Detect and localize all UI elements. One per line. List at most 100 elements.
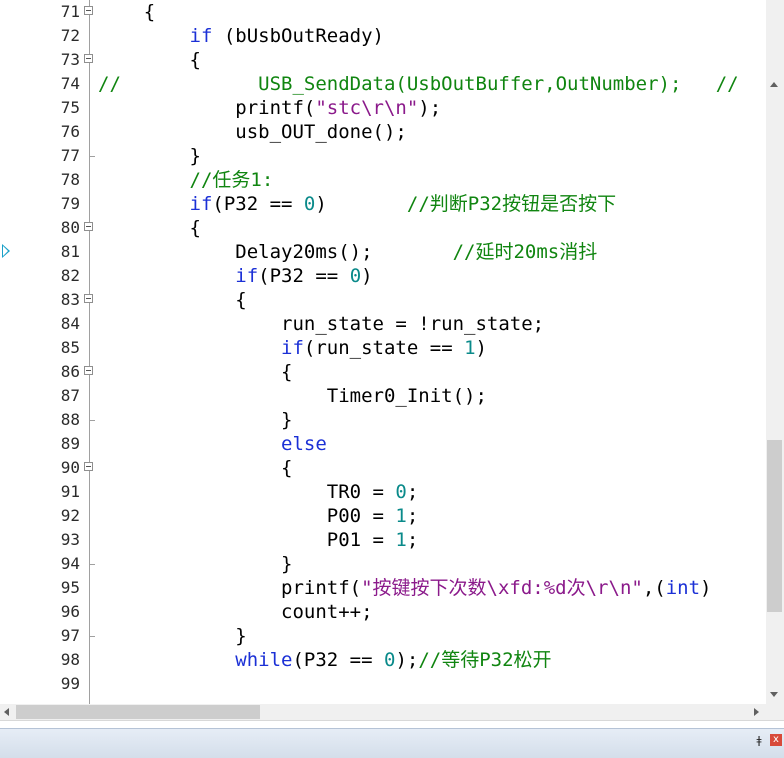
code-line[interactable]: 75 printf("stc\r\n"); xyxy=(0,96,766,120)
code-line[interactable]: 73 { xyxy=(0,48,766,72)
fold-minus-icon[interactable] xyxy=(84,462,93,471)
token-text: ; xyxy=(406,505,419,527)
code-text[interactable]: run_state = !run_state; xyxy=(98,312,544,336)
line-number: 71 xyxy=(60,2,80,21)
token-num: 0 xyxy=(349,265,362,287)
code-editor[interactable]: 71 {72 if (bUsbOutReady) 73 {74// USB_Sen… xyxy=(0,0,766,704)
code-line[interactable]: 97 } xyxy=(0,624,766,648)
scroll-up-icon[interactable] xyxy=(770,82,778,87)
code-text[interactable]: if (bUsbOutReady) xyxy=(98,24,384,48)
code-line[interactable]: 88 } xyxy=(0,408,766,432)
code-text[interactable]: P01 = 1; xyxy=(98,528,419,552)
line-number: 75 xyxy=(60,98,80,117)
code-text[interactable]: { xyxy=(98,360,292,384)
code-text[interactable]: } xyxy=(98,408,292,432)
code-line[interactable]: 99 xyxy=(0,672,766,696)
code-text[interactable]: P00 = 1; xyxy=(98,504,419,528)
code-line[interactable]: 72 if (bUsbOutReady) xyxy=(0,24,766,48)
code-line[interactable]: 79 if(P32 == 0) //判断P32按钮是否按下 xyxy=(0,192,766,216)
code-text[interactable]: else xyxy=(98,432,327,456)
scroll-left-icon[interactable] xyxy=(4,708,9,716)
code-text[interactable]: if(P32 == 0) xyxy=(98,264,372,288)
horizontal-scrollbar[interactable] xyxy=(0,704,766,720)
token-text: (P32 == xyxy=(292,649,384,671)
code-text[interactable]: //任务1: xyxy=(98,168,274,192)
line-number: 91 xyxy=(60,482,80,501)
code-text[interactable]: } xyxy=(98,144,201,168)
code-line[interactable]: 96 count++; xyxy=(0,600,766,624)
fold-minus-icon[interactable] xyxy=(84,222,93,231)
scroll-right-icon[interactable] xyxy=(754,708,759,716)
code-line[interactable]: 71 { xyxy=(0,0,766,24)
code-line[interactable]: 89 else xyxy=(0,432,766,456)
token-str: "按键按下次数\xfd:%d次\r\n" xyxy=(361,577,643,599)
code-text[interactable]: count++; xyxy=(98,600,373,624)
fold-minus-icon[interactable] xyxy=(84,54,93,63)
code-line[interactable]: 90 { xyxy=(0,456,766,480)
code-text[interactable]: Timer0_Init(); xyxy=(98,384,487,408)
code-line[interactable]: 98 while(P32 == 0);//等待P32松开 xyxy=(0,648,766,672)
code-text[interactable]: // USB_SendData(UsbOutBuffer,OutNumber);… xyxy=(98,72,739,96)
fold-minus-icon[interactable] xyxy=(84,366,93,375)
code-line[interactable]: 74 // USB_SendData(UsbOutBuffer,OutNumber… xyxy=(0,72,766,96)
code-line[interactable]: 87 Timer0_Init(); xyxy=(0,384,766,408)
fold-minus-icon[interactable] xyxy=(84,6,93,15)
code-line[interactable]: 86 { xyxy=(0,360,766,384)
code-text[interactable]: } xyxy=(98,552,292,576)
scroll-down-icon[interactable] xyxy=(770,692,778,697)
code-text[interactable]: { xyxy=(98,456,292,480)
code-text[interactable]: if(run_state == 1) xyxy=(98,336,487,360)
code-line[interactable]: 94 } xyxy=(0,552,766,576)
token-text: ) xyxy=(475,337,487,359)
token-text: P01 = xyxy=(98,529,396,551)
token-text: { xyxy=(98,289,247,311)
vertical-scroll-thumb[interactable] xyxy=(767,440,782,612)
code-text[interactable]: } xyxy=(98,624,246,648)
code-line[interactable]: 82 if(P32 == 0) xyxy=(0,264,766,288)
fold-minus-icon[interactable] xyxy=(84,294,93,303)
code-line[interactable]: 83 { xyxy=(0,288,766,312)
code-text[interactable]: printf("按键按下次数\xfd:%d次\r\n",(int) xyxy=(98,576,712,600)
code-line[interactable]: 93 P01 = 1; xyxy=(0,528,766,552)
line-number: 83 xyxy=(60,290,80,309)
code-text[interactable]: { xyxy=(98,48,201,72)
code-line[interactable]: 76 usb_OUT_done(); xyxy=(0,120,766,144)
token-text: { xyxy=(98,457,293,479)
code-text[interactable]: usb_OUT_done(); xyxy=(98,120,407,144)
pin-icon[interactable]: ǂ xyxy=(754,735,764,747)
vertical-scrollbar[interactable] xyxy=(766,0,784,704)
code-text[interactable]: TR0 = 0; xyxy=(98,480,419,504)
code-text[interactable]: { xyxy=(98,288,247,312)
code-line[interactable]: 77 } xyxy=(0,144,766,168)
code-line[interactable]: 85 if(run_state == 1) xyxy=(0,336,766,360)
token-text: ) xyxy=(700,577,712,599)
code-line[interactable]: 78 //任务1: xyxy=(0,168,766,192)
code-text[interactable]: Delay20ms(); //延时20ms消抖 xyxy=(98,240,597,264)
code-text[interactable]: { xyxy=(98,0,155,24)
token-text: TR0 = xyxy=(98,481,396,503)
fold-end-mark xyxy=(89,564,95,565)
token-com: //等待P32松开 xyxy=(418,649,552,671)
code-line[interactable]: 91 TR0 = 0; xyxy=(0,480,766,504)
token-kw: int xyxy=(665,577,701,599)
code-text[interactable]: printf("stc\r\n"); xyxy=(98,96,441,120)
code-line[interactable]: 80 { xyxy=(0,216,766,240)
code-line[interactable]: 92 P00 = 1; xyxy=(0,504,766,528)
token-kw: if xyxy=(235,265,259,287)
code-line[interactable]: 84 run_state = !run_state; xyxy=(0,312,766,336)
code-text[interactable]: { xyxy=(98,216,201,240)
code-line[interactable]: 81 Delay20ms(); //延时20ms消抖 xyxy=(0,240,766,264)
horizontal-scroll-thumb[interactable] xyxy=(16,705,260,719)
token-text: ; xyxy=(406,481,419,503)
scrollbar-corner xyxy=(766,704,784,720)
token-text: run_state = !run_state; xyxy=(98,313,545,335)
code-line[interactable]: 95 printf("按键按下次数\xfd:%d次\r\n",(int) xyxy=(0,576,766,600)
close-icon[interactable]: x xyxy=(770,734,782,746)
code-text[interactable]: while(P32 == 0);//等待P32松开 xyxy=(98,648,552,672)
code-text[interactable]: if(P32 == 0) //判断P32按钮是否按下 xyxy=(98,192,617,216)
line-number: 89 xyxy=(60,434,80,453)
token-text: ) xyxy=(315,193,407,215)
